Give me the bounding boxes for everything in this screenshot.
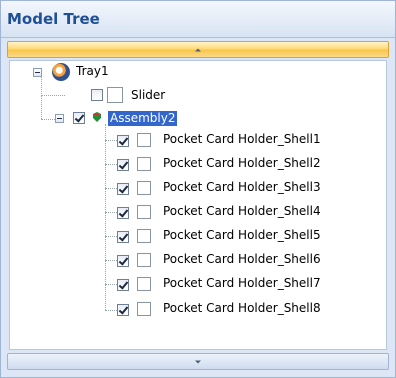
tree-node-child-label[interactable]: Pocket Card Holder_Shell6: [163, 252, 321, 267]
child-checkbox[interactable]: [117, 304, 129, 316]
tree-view[interactable]: Tray1 Slider Assembly2 Pocket Card Holde…: [9, 60, 387, 350]
tree-node-child-label[interactable]: Pocket Card Holder_Shell4: [163, 204, 321, 219]
part-type-icon: [137, 157, 151, 171]
tree-connector: [105, 188, 117, 189]
child-checkbox[interactable]: [117, 279, 129, 291]
panel-title-bar: Model Tree: [1, 1, 395, 38]
tree-node-root-label[interactable]: Tray1: [76, 64, 109, 79]
part-type-icon: [137, 277, 151, 291]
tree-connector: [105, 236, 117, 237]
panel-title: Model Tree: [7, 10, 100, 28]
part-type-icon: [137, 205, 151, 219]
scroll-up-button[interactable]: [7, 41, 389, 58]
tray-part-icon: [52, 63, 70, 81]
chevron-up-icon: [195, 48, 201, 51]
collapse-minus-icon[interactable]: [33, 68, 42, 77]
tree-connector: [105, 164, 117, 165]
tree-connector: [41, 76, 42, 96]
tree-connector: [105, 212, 117, 213]
child-checkbox[interactable]: [117, 231, 129, 243]
tree-connector: [41, 95, 42, 119]
scroll-down-button[interactable]: [7, 353, 389, 370]
part-type-icon: [107, 87, 123, 103]
child-checkbox[interactable]: [117, 207, 129, 219]
model-tree-panel: Model Tree Tray1 Slider Assembly2 Pocket…: [0, 0, 396, 378]
child-checkbox[interactable]: [117, 183, 129, 195]
tree-node-child-label[interactable]: Pocket Card Holder_Shell8: [163, 301, 321, 316]
tree-node-assembly-label[interactable]: Assembly2: [108, 111, 178, 126]
part-type-icon: [137, 229, 151, 243]
child-checkbox[interactable]: [117, 135, 129, 147]
tree-connector: [105, 140, 117, 141]
tree-node-child-label[interactable]: Pocket Card Holder_Shell3: [163, 180, 321, 195]
tree-node-child-label[interactable]: Pocket Card Holder_Shell5: [163, 228, 321, 243]
part-type-icon: [137, 253, 151, 267]
chevron-down-icon: [195, 360, 201, 363]
assembly-icon: [93, 112, 101, 122]
slider-checkbox[interactable]: [91, 89, 103, 101]
tree-connector: [105, 310, 117, 311]
assembly-checkbox[interactable]: [73, 112, 85, 124]
tree-node-slider-label[interactable]: Slider: [131, 88, 165, 103]
tree-node-child-label[interactable]: Pocket Card Holder_Shell1: [163, 132, 321, 147]
part-type-icon: [137, 133, 151, 147]
tree-connector: [41, 95, 65, 96]
child-checkbox[interactable]: [117, 255, 129, 267]
child-checkbox[interactable]: [117, 159, 129, 171]
tree-connector: [105, 124, 106, 310]
part-type-icon: [137, 181, 151, 195]
collapse-minus-icon[interactable]: [55, 114, 64, 123]
part-type-icon: [137, 302, 151, 316]
tree-connector: [105, 260, 117, 261]
tree-connector: [105, 284, 117, 285]
tree-node-child-label[interactable]: Pocket Card Holder_Shell2: [163, 156, 321, 171]
tree-node-child-label[interactable]: Pocket Card Holder_Shell7: [163, 276, 321, 291]
